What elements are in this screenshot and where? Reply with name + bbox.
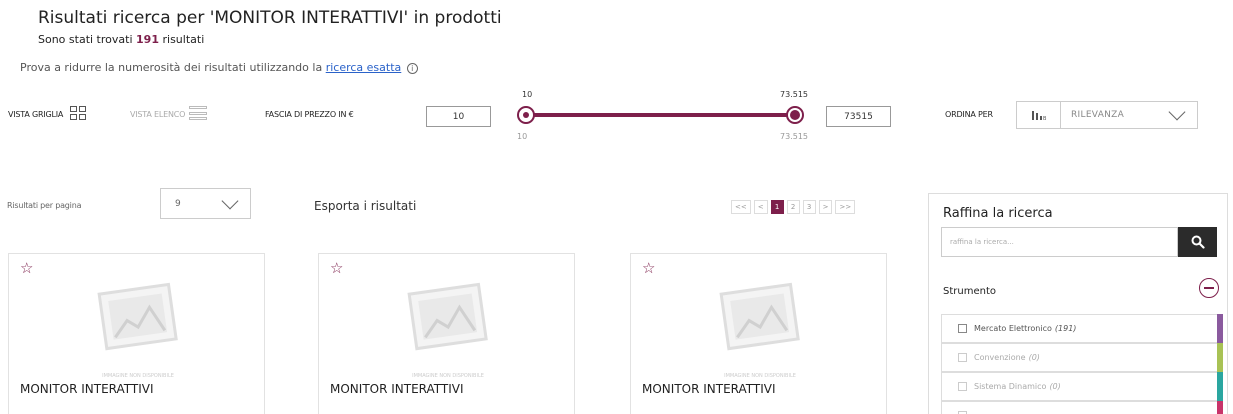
search-button[interactable] [1178,227,1217,257]
sort-label: ORDINA PER [945,110,993,119]
product-title[interactable]: MONITOR INTERATTIVI [20,382,154,396]
filter-option[interactable]: Mercato Elettronico (191) [941,314,1223,343]
page-title: Risultati ricerca per 'MONITOR INTERATTI… [38,8,502,28]
pagination-first[interactable]: << [731,200,751,214]
exact-search-link[interactable]: ricerca esatta [326,61,402,74]
search-hint-text: Prova a ridurre la numerosità dei risult… [20,61,323,74]
filter-count: (191) [1054,324,1077,333]
results-summary: Sono stati trovati 191 risultati [38,33,204,46]
sort-value: RILEVANZA [1071,110,1125,120]
results-count: 191 [136,33,159,46]
chevron-down-icon [221,192,239,209]
image-placeholder-caption: IMMAGINE NON DISPONIBILE [102,373,174,379]
pagination-page-2[interactable]: 2 [786,200,800,214]
favorite-star-icon[interactable]: ☆ [642,261,655,276]
chevron-down-icon [1168,103,1186,121]
filter-option[interactable]: Convenzione (0) [941,343,1223,372]
image-placeholder-icon: IMMAGINE NON DISPONIBILE [73,279,203,379]
checkbox[interactable] [958,324,967,333]
grid-view-icon[interactable] [70,106,86,120]
slider-max-label: 73.515 [780,90,808,99]
pagination-page-3[interactable]: 3 [802,200,816,214]
product-title[interactable]: MONITOR INTERATTIVI [330,382,464,396]
price-slider-max-handle[interactable] [786,106,804,124]
export-results-link[interactable]: Esporta i risultati [314,199,416,213]
price-max-input[interactable]: 73515 [826,106,891,127]
image-placeholder-icon: IMMAGINE NON DISPONIBILE [383,279,513,379]
pagination-last[interactable]: >> [835,200,856,214]
favorite-star-icon[interactable]: ☆ [20,261,33,276]
filter-color-strip [1217,372,1223,401]
slider-min-value: 10 [517,132,528,141]
filter-option[interactable] [941,401,1223,414]
filter-color-strip [1217,314,1223,343]
filter-label: Mercato Elettronico [974,324,1052,333]
refine-search-input[interactable]: raffina la ricerca... [941,227,1178,257]
slider-min-label: 10 [522,90,533,99]
checkbox[interactable] [958,382,967,391]
filter-count: (0) [1049,382,1061,391]
product-card[interactable]: ☆ IMMAGINE NON DISPONIBILE MONITOR INTER… [630,253,887,414]
image-placeholder-caption: IMMAGINE NON DISPONIBILE [412,373,484,379]
filter-color-strip [1217,343,1223,372]
per-page-select[interactable]: 9 [160,188,251,219]
sort-select[interactable]: B RILEVANZA [1016,101,1198,129]
search-hint: Prova a ridurre la numerosità dei risult… [20,61,418,74]
sort-bars-icon: B [1017,102,1061,128]
collapse-minus-icon[interactable] [1199,278,1219,298]
list-view-icon[interactable] [189,106,207,120]
slider-max-value: 73.515 [780,132,808,141]
refine-search-title: Raffina la ricerca [943,206,1053,221]
filter-count: (0) [1028,353,1040,362]
image-placeholder-caption: IMMAGINE NON DISPONIBILE [724,373,796,379]
price-slider-min-handle[interactable] [517,106,535,124]
grid-view-label[interactable]: VISTA GRIGLIA [8,110,63,119]
filter-color-strip [1217,401,1223,414]
filter-option[interactable]: Sistema Dinamico (0) [941,372,1223,401]
per-page-value: 9 [175,198,181,209]
image-placeholder-icon: IMMAGINE NON DISPONIBILE [695,279,825,379]
list-view-label[interactable]: VISTA ELENCO [130,110,185,119]
results-summary-prefix: Sono stati trovati [38,33,133,46]
per-page-label: Risultati per pagina [7,201,82,210]
search-icon [1191,235,1205,249]
price-range-label: FASCIA DI PREZZO IN € [265,110,354,119]
checkbox[interactable] [958,353,967,362]
pagination: << < 1 2 3 > >> [731,200,856,214]
product-title[interactable]: MONITOR INTERATTIVI [642,382,776,396]
refine-search-panel: Raffina la ricerca raffina la ricerca...… [928,193,1228,414]
product-card[interactable]: ☆ IMMAGINE NON DISPONIBILE MONITOR INTER… [8,253,265,414]
pagination-prev[interactable]: < [753,200,768,214]
filter-label: Convenzione [974,353,1026,362]
price-min-input[interactable]: 10 [426,106,491,127]
pagination-next[interactable]: > [818,200,833,214]
svg-text:B: B [1043,116,1047,121]
filter-label: Sistema Dinamico [974,382,1047,391]
product-card[interactable]: ☆ IMMAGINE NON DISPONIBILE MONITOR INTER… [318,253,575,414]
results-summary-suffix: risultati [162,33,205,46]
favorite-star-icon[interactable]: ☆ [330,261,343,276]
pagination-page-1[interactable]: 1 [770,200,784,214]
price-slider-track[interactable] [527,113,797,117]
info-icon[interactable]: i [406,62,418,74]
filter-section-title: Strumento [943,286,996,297]
